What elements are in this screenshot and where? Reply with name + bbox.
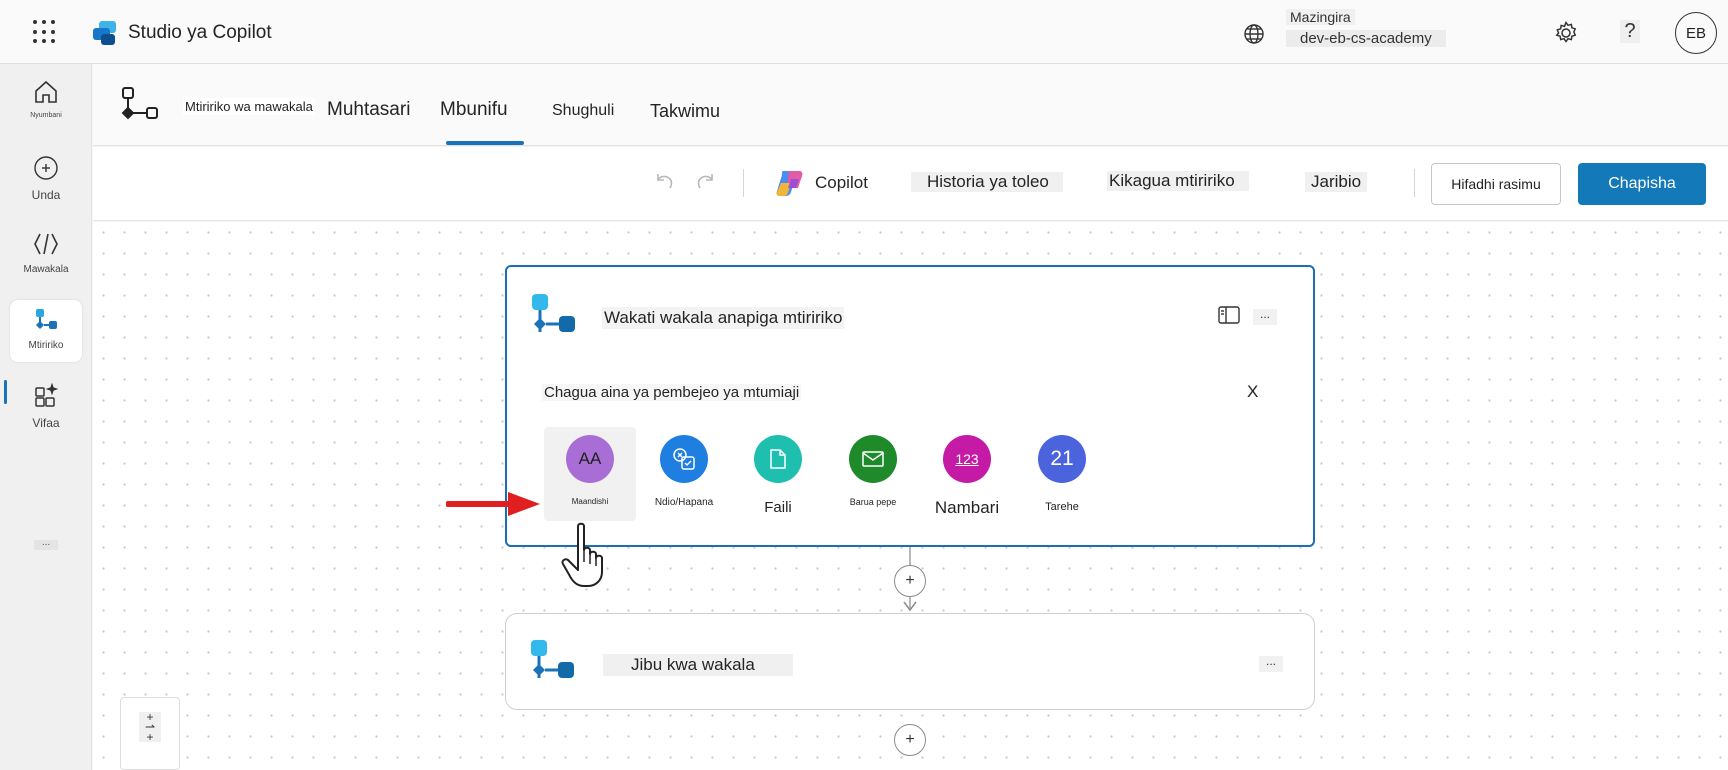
rail-item-tools[interactable]: Vifaa (10, 376, 82, 438)
response-more-button[interactable]: ... (1259, 655, 1283, 672)
rail-label-flows: Mtiririko (28, 340, 64, 351)
rail-more-button[interactable]: ... (34, 538, 58, 550)
flow-icon (121, 87, 158, 120)
rail-item-create[interactable]: Unda (10, 148, 82, 210)
active-tab-indicator (446, 141, 524, 145)
redo-icon[interactable] (693, 169, 717, 193)
rail-item-home[interactable]: Nyumbani (10, 72, 82, 134)
hand-cursor-icon (561, 522, 603, 587)
input-type-number[interactable]: 123 Nambari (921, 427, 1013, 521)
input-type-label: Ndio/Hapana (654, 497, 714, 508)
add-step-button[interactable]: + (894, 724, 926, 756)
input-type-prompt: Chagua aina ya pembejeo ya mtumiaji (542, 384, 802, 401)
flow-checker-button[interactable]: Kikagua mtiririko (1107, 171, 1249, 191)
top-bar: Studio ya Copilot Mazingira dev-eb-cs-ac… (0, 0, 1728, 64)
input-type-label: Barua pepe (849, 497, 897, 507)
gear-icon[interactable] (1553, 20, 1579, 46)
rail-label-tools: Vifaa (32, 416, 60, 430)
rail-active-indicator (4, 380, 7, 404)
connector-arrow-icon (903, 601, 917, 612)
rail-label-home: Nyumbani (30, 112, 62, 119)
save-draft-button[interactable]: Hifadhi rasimu (1431, 163, 1561, 205)
trigger-node-title: Wakati wakala anapiga mtiririko (602, 307, 845, 329)
rail-label-create: Unda (31, 188, 61, 202)
environment-label: Mazingira (1286, 9, 1355, 25)
environment-globe-icon[interactable] (1242, 22, 1266, 46)
app-launcher-icon[interactable] (33, 20, 57, 44)
input-type-yes-no[interactable]: Ndio/Hapana (638, 427, 730, 521)
agents-icon (34, 233, 58, 255)
date-type-icon: 21 (1038, 435, 1086, 483)
number-type-icon: 123 (943, 435, 991, 483)
undo-icon[interactable] (653, 169, 677, 193)
home-icon (35, 80, 57, 103)
email-type-icon (849, 435, 897, 483)
text-type-icon: AA (566, 435, 614, 483)
response-node-icon (531, 640, 574, 678)
create-icon (34, 156, 58, 180)
designer-toolbar: Copilot Historia ya toleo Kikagua mtirir… (93, 147, 1728, 221)
fit-view-icon[interactable]: + ⇀ + (139, 711, 161, 743)
trigger-more-button[interactable]: ... (1253, 308, 1277, 325)
rail-item-flows[interactable]: Mtiririko (10, 300, 82, 362)
side-panel-icon[interactable] (1217, 305, 1241, 325)
response-node[interactable]: Jibu kwa wakala ... (505, 613, 1315, 710)
input-type-text[interactable]: AA Maandishi (544, 427, 636, 521)
environment-name[interactable]: dev-eb-cs-academy (1286, 30, 1446, 47)
toolbar-separator (743, 169, 744, 197)
left-rail: Nyumbani Unda Mawakala Mtiririko Vifaa .… (0, 64, 92, 770)
tab-designer[interactable]: Mbunifu (440, 99, 508, 121)
tab-analytics[interactable]: Takwimu (650, 101, 720, 122)
zoom-control[interactable]: + ⇀ + (120, 697, 180, 770)
publish-button[interactable]: Chapisha (1578, 163, 1706, 205)
avatar[interactable]: EB (1675, 12, 1717, 54)
copilot-icon (776, 171, 803, 196)
flow-header: Mtiririko wa mawakala Muhtasari Mbunifu … (93, 64, 1728, 146)
input-type-label: Faili (764, 499, 792, 516)
annotation-arrow-icon (446, 492, 540, 516)
input-type-label: Nambari (934, 498, 1000, 517)
rail-item-agents[interactable]: Mawakala (10, 224, 82, 286)
input-type-file[interactable]: Faili (732, 427, 824, 521)
input-type-email[interactable]: Barua pepe (827, 427, 919, 521)
close-icon[interactable]: X (1247, 382, 1258, 402)
add-step-button[interactable]: + (894, 565, 926, 597)
app-title: Studio ya Copilot (128, 22, 272, 43)
input-type-date[interactable]: 21 Tarehe (1016, 427, 1108, 521)
tab-activity[interactable]: Shughuli (552, 102, 614, 120)
input-type-label: Tarehe (1045, 501, 1079, 513)
rail-label-agents: Mawakala (23, 264, 69, 275)
flow-name: Mtiririko wa mawakala (183, 98, 315, 115)
tab-overview[interactable]: Muhtasari (327, 99, 410, 121)
trigger-node[interactable]: Wakati wakala anapiga mtiririko ... Chag… (505, 265, 1315, 547)
file-type-icon (754, 435, 802, 483)
copilot-studio-logo (93, 21, 116, 45)
toolbar-separator (1414, 169, 1415, 197)
copilot-button[interactable]: Copilot (815, 173, 868, 193)
yes-no-type-icon (660, 435, 708, 483)
version-history-button[interactable]: Historia ya toleo (911, 172, 1063, 192)
trigger-node-icon (532, 294, 575, 332)
response-node-title: Jibu kwa wakala (603, 654, 793, 676)
tools-icon (35, 382, 59, 407)
help-icon[interactable]: ? (1620, 20, 1640, 43)
test-button[interactable]: Jaribio (1305, 172, 1368, 192)
input-type-label: Maandishi (571, 497, 609, 506)
flows-icon (36, 309, 57, 329)
